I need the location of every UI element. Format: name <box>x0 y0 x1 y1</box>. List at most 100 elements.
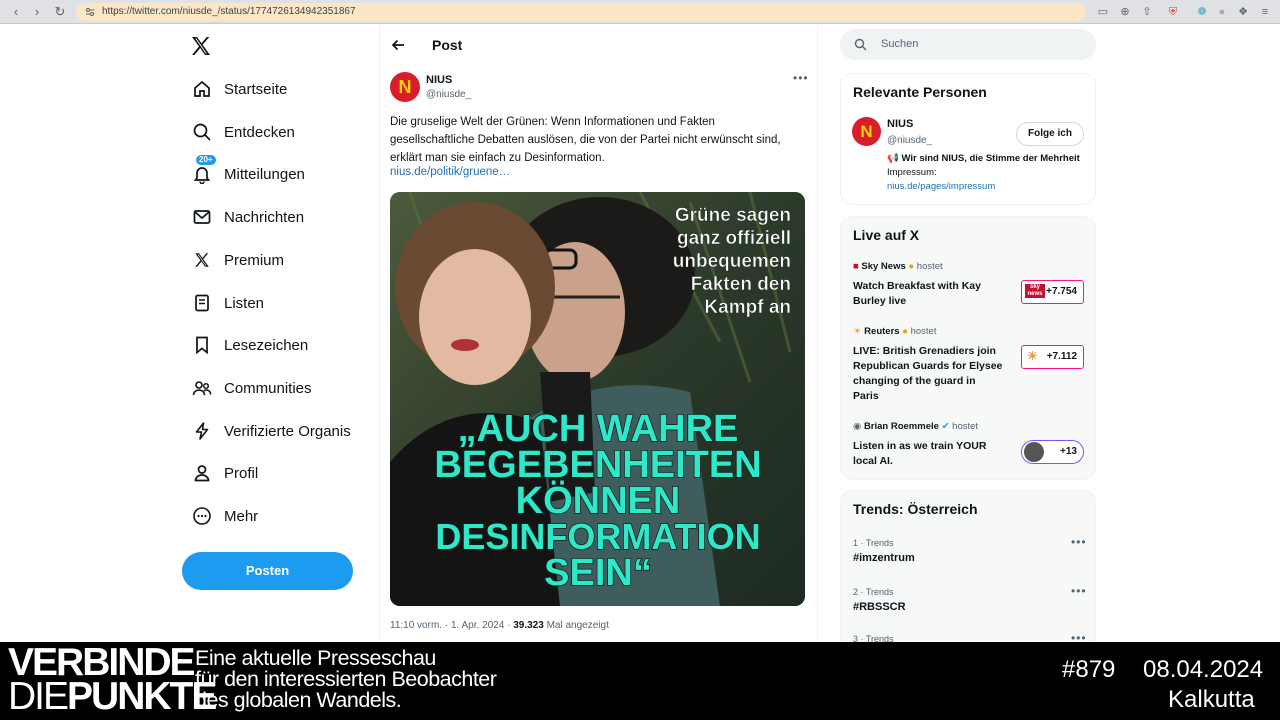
post-detail-column: Post N NIUS @niusde_ ••• Die gruselige W… <box>379 24 818 644</box>
live-listener-count[interactable]: ☀ +7.112 <box>1021 345 1084 369</box>
live-listener-count[interactable]: sky news +7.754 <box>1021 280 1084 304</box>
url-text: https://twitter.com/niusde_/status/17747… <box>102 6 356 17</box>
trend-more-icon[interactable]: ••• <box>1071 535 1087 549</box>
bell-icon: 20+ <box>190 154 217 186</box>
author-name[interactable]: NIUS <box>426 74 452 86</box>
x-logo-icon[interactable] <box>189 34 213 58</box>
episode-city: Kalkutta <box>1168 686 1255 713</box>
post-button[interactable]: Posten <box>182 552 353 590</box>
view-count-label: Mal angezeigt <box>543 620 609 631</box>
nav-item-home[interactable]: Startseite <box>182 67 372 111</box>
relevant-name[interactable]: NIUS <box>887 118 913 130</box>
nav-item-explore[interactable]: Entdecken <box>182 110 372 154</box>
search-placeholder: Suchen <box>881 38 919 50</box>
listener-avatar <box>1024 442 1044 462</box>
post-link[interactable]: nius.de/politik/gruene… <box>390 166 510 178</box>
nav-label: Verifizierte Organis <box>224 422 351 440</box>
zoom-icon[interactable]: ⊕ <box>1118 5 1132 19</box>
live-host[interactable]: ◉ Brian Roemmele ✔ hostet <box>853 421 978 432</box>
page-title: Post <box>432 37 463 53</box>
view-count: 39.323 <box>513 620 544 631</box>
author-handle[interactable]: @niusde_ <box>426 89 471 100</box>
post-meta: 11:10 vorm. · 1. Apr. 2024 · 39.323 Mal … <box>390 620 609 631</box>
back-icon[interactable]: ‹ <box>8 4 24 20</box>
image-headline-line: Fakten den <box>691 274 791 295</box>
nav-item-profile[interactable]: Profil <box>182 451 372 495</box>
home-icon <box>190 77 214 101</box>
nav-label: Mehr <box>224 507 259 525</box>
relevant-people-title: Relevante Personen <box>853 84 987 100</box>
brave-shield-icon[interactable]: ⛨ <box>1166 5 1180 19</box>
relevant-handle[interactable]: @niusde_ <box>887 135 932 146</box>
trend-name[interactable]: #imzentrum <box>853 552 915 564</box>
bio-bold: 📢 Wir sind NIUS, die Stimme der Mehrheit <box>887 153 1080 164</box>
live-title: Live auf X <box>853 227 920 243</box>
trends-title: Trends: Österreich <box>853 501 978 517</box>
nav-label: Communities <box>224 379 312 397</box>
follow-button[interactable]: Folge ich <box>1016 122 1084 146</box>
post-image-artwork: Grüne sagen ganz offiziell unbequemen Fa… <box>390 192 805 606</box>
search-input[interactable]: Suchen <box>840 29 1096 60</box>
nav-label: Profil <box>224 464 259 482</box>
cast-icon[interactable]: ▭ <box>1096 5 1110 19</box>
back-arrow-icon[interactable] <box>390 37 406 53</box>
live-listener-count[interactable]: +13 <box>1021 440 1084 464</box>
trend-meta: 2 · Trends <box>853 587 894 597</box>
site-settings-icon[interactable] <box>85 7 95 17</box>
live-host[interactable]: ■ Sky News ● hostet <box>853 261 943 272</box>
puzzle-icon[interactable]: ❖ <box>1236 5 1250 19</box>
post-text: Die gruselige Welt der Grünen: Wenn Info… <box>390 116 781 164</box>
trend-meta: 1 · Trends <box>853 538 894 548</box>
menu-icon[interactable]: ≡ <box>1258 5 1272 19</box>
live-item-title[interactable]: LIVE: British Grenadiers join Republican… <box>853 344 1003 404</box>
mail-icon <box>190 205 214 229</box>
image-headline-line: unbequemen <box>673 251 791 272</box>
image-headline-line: Kampf an <box>704 297 791 318</box>
bio-rest: Impressum: <box>887 167 937 178</box>
person-icon <box>190 461 214 485</box>
image-quote-line: SEIN“ <box>544 552 652 594</box>
nav-item-lists[interactable]: Listen <box>182 281 372 325</box>
people-icon <box>190 376 214 400</box>
address-bar[interactable]: https://twitter.com/niusde_/status/17747… <box>76 3 1086 21</box>
sky-news-logo-icon: sky news <box>1025 284 1045 298</box>
live-item-title[interactable]: Listen in as we train YOUR local AI. <box>853 439 1003 469</box>
nav-label: Premium <box>224 251 285 269</box>
post-timestamp[interactable]: 11:10 vorm. · 1. Apr. 2024 · <box>390 620 513 631</box>
post-image[interactable]: Grüne sagen ganz offiziell unbequemen Fa… <box>390 192 805 606</box>
forward-icon[interactable]: › <box>29 4 45 20</box>
relevant-avatar[interactable]: N <box>852 117 881 146</box>
trend-more-icon[interactable]: ••• <box>1071 584 1087 598</box>
extension-icon[interactable]: ❁ <box>1195 5 1209 19</box>
lightning-icon <box>190 419 214 443</box>
reuters-logo-icon: ☀ <box>1027 349 1038 363</box>
relevant-people-card: Relevante Personen N NIUS @niusde_ Folge… <box>840 73 1096 205</box>
image-quote-line: DESINFORMATION <box>435 516 760 557</box>
tagline: Eine aktuelle Presseschau für den intere… <box>195 646 497 712</box>
nav-item-messages[interactable]: Nachrichten <box>182 195 372 239</box>
bio-link[interactable]: nius.de/pages/impressum <box>887 181 995 192</box>
more-options-icon[interactable]: ••• <box>793 71 809 85</box>
x-logo-icon <box>190 248 214 272</box>
share-icon[interactable]: ⇧ <box>1140 5 1154 19</box>
extension-2-icon[interactable]: ● <box>1215 5 1229 19</box>
image-headline-line: Grüne sagen <box>675 205 791 226</box>
relevant-bio: 📢 Wir sind NIUS, die Stimme der Mehrheit… <box>887 152 1087 194</box>
nav-item-premium[interactable]: Premium <box>182 238 372 282</box>
list-icon <box>190 291 214 315</box>
nav-item-more[interactable]: Mehr <box>182 494 372 538</box>
more-circle-icon <box>190 504 214 528</box>
nav-item-communities[interactable]: Communities <box>182 366 372 410</box>
nav-label: Mitteilungen <box>224 165 305 183</box>
reload-icon[interactable]: ↻ <box>52 4 68 20</box>
nav-label: Listen <box>224 294 265 312</box>
nav-item-verified-orgs[interactable]: Verifizierte Organis <box>182 409 372 453</box>
video-banner: VERBINDE DIEPUNKTE Eine aktuelle Presses… <box>0 642 1280 720</box>
nav-item-notifications[interactable]: 20+ Mitteilungen <box>182 152 372 196</box>
trend-name[interactable]: #RBSSCR <box>853 601 906 613</box>
live-host[interactable]: ☀ Reuters ● hostet <box>853 326 936 337</box>
author-avatar[interactable]: N <box>390 72 420 102</box>
brand-line-2: DIEPUNKTE <box>8 675 217 718</box>
live-item-title[interactable]: Watch Breakfast with Kay Burley live <box>853 279 1003 309</box>
nav-item-bookmarks[interactable]: Lesezeichen <box>182 323 372 367</box>
